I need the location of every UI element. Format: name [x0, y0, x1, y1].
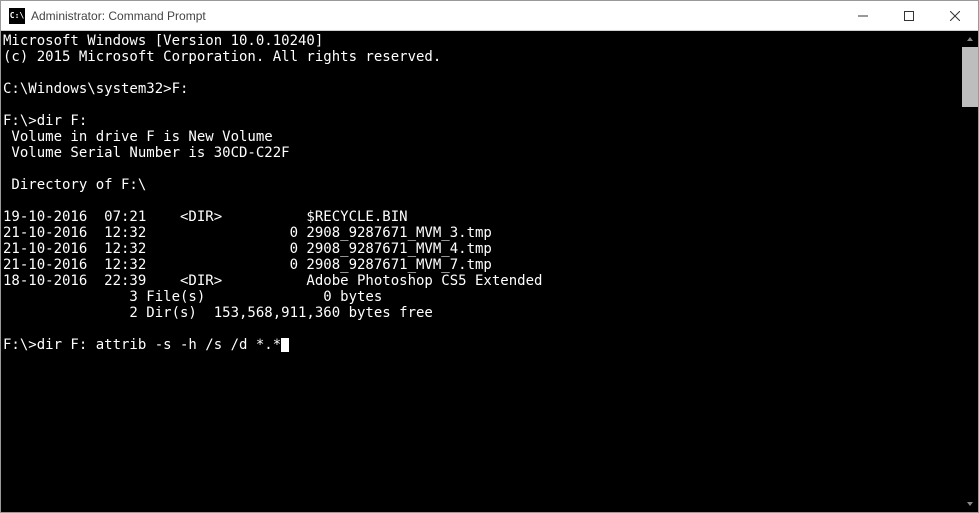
chevron-up-icon [966, 35, 974, 43]
terminal-line: Volume in drive F is New Volume [3, 129, 273, 145]
close-button[interactable] [932, 1, 978, 30]
terminal-line: F:\>dir F: attrib -s -h /s /d *.* [3, 337, 281, 353]
terminal-output[interactable]: Microsoft Windows [Version 10.0.10240] (… [1, 31, 962, 512]
terminal-line: F:\>dir F: [3, 113, 87, 129]
maximize-icon [904, 11, 914, 21]
scroll-up-button[interactable] [962, 31, 978, 47]
terminal-line: Volume Serial Number is 30CD-C22F [3, 145, 290, 161]
window-title: Administrator: Command Prompt [31, 9, 840, 23]
window-titlebar: C:\ Administrator: Command Prompt [1, 1, 978, 31]
scroll-thumb[interactable] [962, 47, 978, 107]
chevron-down-icon [966, 500, 974, 508]
scroll-down-button[interactable] [962, 496, 978, 512]
terminal-line: 2 Dir(s) 153,568,911,360 bytes free [3, 305, 433, 321]
terminal-line: Directory of F:\ [3, 177, 146, 193]
terminal-line: (c) 2015 Microsoft Corporation. All righ… [3, 49, 441, 65]
terminal-line: 21-10-2016 12:32 0 2908_9287671_MVM_3.tm… [3, 225, 492, 241]
minimize-button[interactable] [840, 1, 886, 30]
minimize-icon [858, 11, 868, 21]
cmd-icon-text: C:\ [10, 11, 24, 20]
cursor [281, 338, 289, 352]
close-icon [950, 11, 960, 21]
terminal-line: 21-10-2016 12:32 0 2908_9287671_MVM_7.tm… [3, 257, 492, 273]
terminal-line: 19-10-2016 07:21 <DIR> $RECYCLE.BIN [3, 209, 408, 225]
maximize-button[interactable] [886, 1, 932, 30]
window-controls [840, 1, 978, 30]
terminal-line: 21-10-2016 12:32 0 2908_9287671_MVM_4.tm… [3, 241, 492, 257]
terminal-line: Microsoft Windows [Version 10.0.10240] [3, 33, 323, 49]
cmd-icon: C:\ [9, 8, 25, 24]
terminal-container: Microsoft Windows [Version 10.0.10240] (… [1, 31, 978, 512]
terminal-line: 3 File(s) 0 bytes [3, 289, 382, 305]
scrollbar[interactable] [962, 31, 978, 512]
terminal-line: 18-10-2016 22:39 <DIR> Adobe Photoshop C… [3, 273, 542, 289]
terminal-line: C:\Windows\system32>F: [3, 81, 188, 97]
